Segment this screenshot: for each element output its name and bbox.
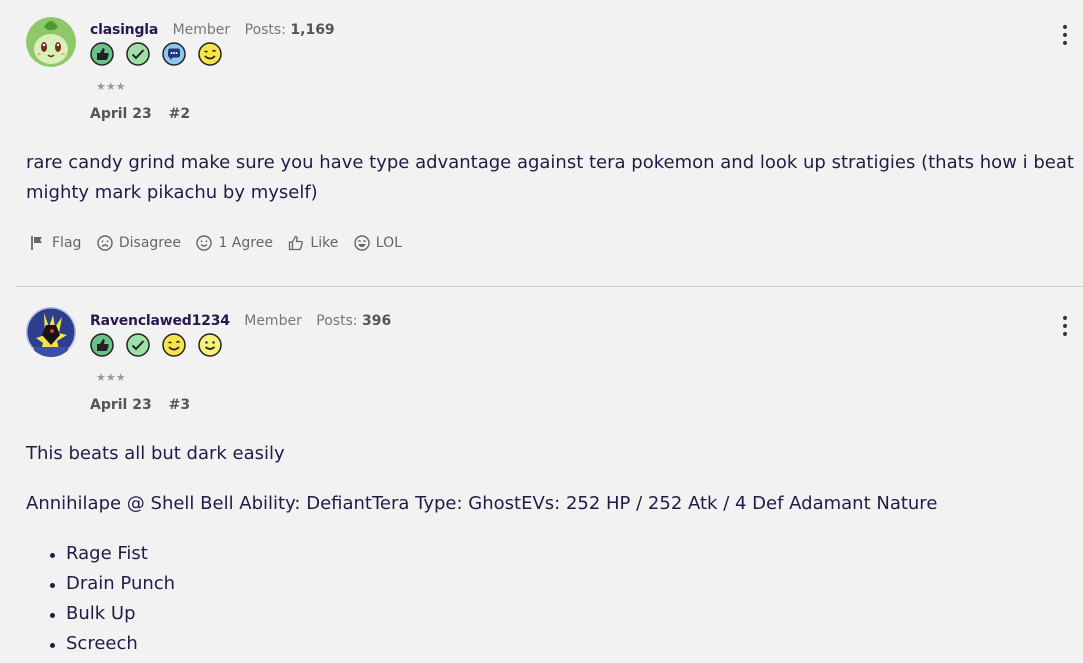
more-options-icon[interactable]: • • • (1053, 312, 1079, 342)
agree-label: 1 Agree (218, 235, 273, 251)
like-label: Like (310, 235, 339, 251)
post-count: 396 (362, 313, 392, 329)
list-item: Screech (50, 629, 175, 659)
move-list: Rage Fist Drain Punch Bulk Up Screech (50, 539, 175, 659)
user-role: Member (244, 313, 302, 329)
list-item: Rage Fist (50, 539, 175, 569)
discussion-thread: clasingla Member Posts: 1,169 ★★★ April … (0, 0, 1083, 663)
disagree-button[interactable]: Disagree (97, 235, 181, 251)
badge-row (90, 42, 229, 70)
post-date-line: April 23 #3 (90, 397, 190, 413)
post: Ravenclawed1234 Member Posts: 396 ★★★ Ap… (0, 287, 1083, 663)
list-item: Bulk Up (50, 599, 175, 629)
flag-button[interactable]: Flag (30, 235, 81, 251)
flag-icon (31, 236, 42, 250)
username-link[interactable]: Ravenclawed1234 (90, 313, 230, 329)
post-body: rare candy grind make sure you have type… (26, 152, 1074, 203)
more-options-icon[interactable]: • • • (1053, 21, 1079, 51)
thumbs-up-badge-icon[interactable] (90, 42, 114, 66)
speech-bubble-badge-icon[interactable] (162, 42, 186, 66)
checkmark-badge-icon[interactable] (126, 333, 150, 357)
post-meta: clasingla Member Posts: 1,169 (90, 22, 335, 40)
agree-button[interactable]: 1 Agree (196, 235, 273, 251)
disagree-label: Disagree (118, 235, 181, 251)
username-link[interactable]: clasingla (90, 22, 158, 38)
flag-label: Flag (52, 235, 82, 251)
lol-label: LOL (375, 235, 402, 251)
laughing-face-icon (354, 235, 370, 251)
lol-button[interactable]: LOL (354, 235, 402, 251)
post-date-line: April 23 #2 (90, 106, 190, 122)
smile-face-icon (196, 235, 213, 251)
rank-stars: ★★★ (96, 371, 126, 384)
thumbs-up-icon (289, 235, 304, 251)
post-date[interactable]: April 23 (90, 106, 152, 122)
avatar[interactable] (26, 17, 76, 67)
reaction-bar: Flag Disagree 1 Agree Like LOL (30, 235, 413, 255)
post-permalink[interactable]: #3 (169, 397, 190, 413)
post-count-label: Posts: (244, 22, 286, 38)
thumbs-up-badge-icon[interactable] (90, 333, 114, 357)
smiling-face-badge-icon[interactable] (198, 333, 223, 357)
winking-face-badge-icon[interactable] (198, 42, 223, 66)
list-item: Drain Punch (50, 569, 175, 599)
badge-row (90, 333, 229, 361)
post-body-paragraph: Annihilape @ Shell Bell Ability: Defiant… (26, 493, 938, 514)
post-count: 1,169 (290, 22, 335, 38)
user-role: Member (172, 22, 231, 38)
post-body-paragraph: This beats all but dark easily (26, 443, 285, 464)
post-count-label: Posts: (316, 313, 358, 329)
checkmark-badge-icon[interactable] (126, 42, 150, 66)
post: clasingla Member Posts: 1,169 ★★★ April … (0, 0, 1083, 286)
post-date[interactable]: April 23 (90, 397, 152, 413)
like-button[interactable]: Like (288, 235, 338, 251)
avatar[interactable] (26, 307, 76, 357)
rank-stars: ★★★ (96, 80, 126, 93)
winking-face-badge-icon[interactable] (162, 333, 186, 357)
post-meta: Ravenclawed1234 Member Posts: 396 (90, 313, 391, 331)
post-permalink[interactable]: #2 (169, 106, 190, 122)
frown-face-icon (97, 235, 113, 251)
